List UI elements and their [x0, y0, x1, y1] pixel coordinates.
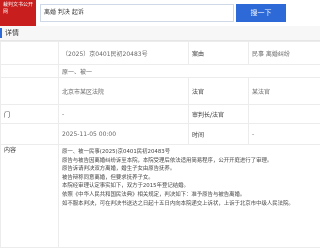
case-number: （2025）京0401民初20483号 — [59, 42, 189, 65]
publish-date: 2025-11-05 00:00 — [59, 124, 189, 145]
table-row: 北京市某区法院 法官 某法官 — [1, 78, 320, 105]
content-label: 内容 — [1, 145, 59, 248]
row-label — [1, 78, 59, 105]
row-label — [1, 124, 59, 145]
search-input[interactable]: 离婚 判决 起诉 — [40, 4, 234, 22]
case-cause: 民事 离婚纠纷 — [249, 42, 320, 65]
department: - — [59, 105, 189, 124]
row-label: 案由 — [189, 42, 249, 65]
top-bar: 裁判文书公开网 离婚 判决 起诉 搜一下 — [0, 0, 320, 27]
section-accent-bar — [0, 28, 2, 38]
row-label — [1, 42, 59, 65]
content-line: 原告与被告因离婚纠纷诉至本院，本院受理后依法适用简易程序，公开开庭进行了审理。 — [62, 157, 317, 166]
row-label: 时间 — [189, 124, 249, 145]
content-line: 如不服本判决，可在判决书送达之日起十五日内向本院递交上诉状，上诉于北京市中级人民… — [62, 200, 317, 209]
row-label: 门 — [1, 105, 59, 124]
content-line: 被告辩称同意离婚，但要求抚养子女。 — [62, 174, 317, 183]
search-button[interactable]: 搜一下 — [236, 4, 286, 22]
table-row: 内容 原一、被一民事(2025)京0401民初20483号 原告与被告因离婚纠纷… — [1, 145, 320, 248]
judgment-content: 原一、被一民事(2025)京0401民初20483号 原告与被告因离婚纠纷诉至本… — [59, 145, 320, 248]
site-logo[interactable]: 裁判文书公开网 — [0, 0, 36, 28]
table-row: 2025-11-05 00:00 时间 - — [1, 124, 320, 145]
detail-section-header: 详情 — [0, 26, 320, 41]
row-label: 法官 — [189, 78, 249, 105]
time-value: - — [249, 124, 320, 145]
table-row: （2025）京0401民初20483号 案由 民事 离婚纠纷 — [1, 42, 320, 65]
content-line: 本院经审理认定事实如下，双方于2015年登记结婚。 — [62, 182, 317, 191]
court-name: 北京市某区法院 — [59, 78, 189, 105]
section-title: 详情 — [5, 26, 19, 40]
row-label — [1, 65, 59, 78]
judge-name: 某法官 — [249, 78, 320, 105]
detail-table: （2025）京0401民初20483号 案由 民事 离婚纠纷 原一、被一 北京市… — [0, 41, 320, 248]
row-label: 审判长/法官 — [189, 105, 249, 124]
table-row: 门 - 审判长/法官 — [1, 105, 320, 124]
table-row: 原一、被一 — [1, 65, 320, 78]
parties: 原一、被一 — [59, 65, 320, 78]
content-line: 原一、被一民事(2025)京0401民初20483号 — [62, 148, 317, 157]
content-line: 原告诉请判决双方离婚，婚生子女由原告抚养。 — [62, 165, 317, 174]
content-line: 依照《中华人民共和国民法典》相关规定，判决如下：准予原告与被告离婚。 — [62, 191, 317, 200]
presiding-judge — [249, 105, 320, 124]
